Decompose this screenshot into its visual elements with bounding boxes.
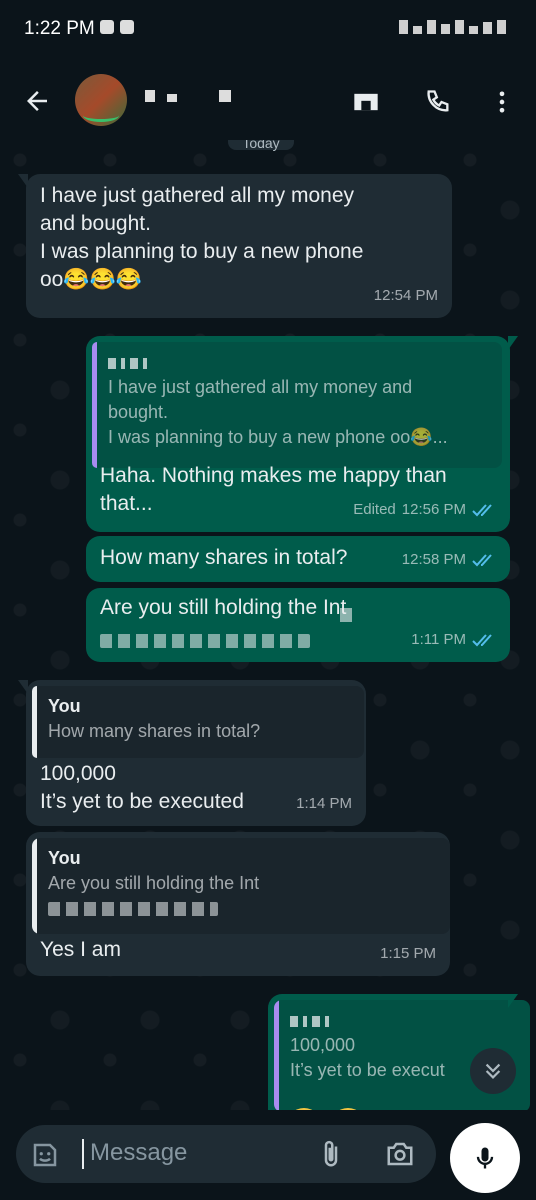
status-notification-icons bbox=[100, 20, 134, 34]
double-chevron-down-icon bbox=[485, 1063, 501, 1079]
status-bar: 1:22 PM bbox=[0, 0, 536, 60]
edited-label: Edited bbox=[353, 501, 396, 518]
message-input[interactable]: Message bbox=[16, 1125, 436, 1183]
message-meta: Edited 12:56 PM bbox=[353, 496, 496, 524]
avatar[interactable] bbox=[75, 74, 127, 126]
status-time: 1:22 PM bbox=[24, 18, 95, 39]
microphone-button[interactable] bbox=[450, 1123, 520, 1193]
quote-author-redacted bbox=[108, 357, 147, 369]
message-meta: 1:15 PM bbox=[380, 940, 436, 968]
quote-author: You bbox=[48, 696, 81, 716]
message-incoming[interactable]: I have just gathered all my money and bo… bbox=[18, 174, 452, 318]
video-call-icon[interactable] bbox=[352, 88, 380, 116]
quote-text: Are you still holding the Int bbox=[48, 873, 260, 893]
input-bar: Message bbox=[0, 1110, 536, 1200]
message-time: 1:15 PM bbox=[380, 945, 436, 962]
chat-header bbox=[0, 60, 536, 140]
message-meta: 1:11 PM bbox=[411, 626, 496, 654]
paperclip-icon[interactable] bbox=[316, 1139, 346, 1169]
camera-icon[interactable] bbox=[384, 1139, 416, 1169]
read-ticks-icon bbox=[472, 634, 492, 647]
reply-quote[interactable]: You Are you still holding the Int bbox=[32, 838, 450, 934]
sticker-icon[interactable] bbox=[30, 1140, 60, 1170]
more-vert-icon[interactable] bbox=[488, 88, 516, 116]
message-text: I have just gathered all my money and bo… bbox=[40, 184, 364, 291]
read-ticks-icon bbox=[472, 554, 492, 567]
message-outgoing[interactable]: 100,000 It’s yet to be execut bbox=[268, 994, 530, 1110]
arrow-left-icon[interactable] bbox=[22, 86, 52, 116]
text-caret bbox=[82, 1139, 84, 1169]
message-time: 12:56 PM bbox=[401, 501, 466, 518]
message-time: 1:14 PM bbox=[296, 795, 352, 812]
chat-area[interactable]: Today I have just gathered all my money … bbox=[0, 140, 536, 1110]
message-text: 100,000 It’s yet to be executed bbox=[40, 762, 244, 813]
message-text: How many shares in total? bbox=[100, 546, 348, 569]
message-outgoing[interactable]: How many shares in total? 12:58 PM bbox=[86, 536, 510, 582]
message-time: 12:58 PM bbox=[401, 551, 466, 568]
date-chip: Today bbox=[228, 140, 294, 151]
read-ticks-icon bbox=[472, 504, 492, 517]
message-time: 1:11 PM bbox=[411, 631, 466, 648]
message-outgoing[interactable]: Are you still holding the Int 1:11 PM bbox=[86, 588, 510, 662]
quote-author: You bbox=[48, 848, 81, 868]
message-outgoing[interactable]: I have just gathered all my money and bo… bbox=[86, 336, 518, 532]
reply-quote[interactable]: I have just gathered all my money and bo… bbox=[92, 342, 502, 468]
message-placeholder: Message bbox=[90, 1139, 188, 1166]
contact-name[interactable] bbox=[145, 90, 231, 102]
status-signal-icons bbox=[399, 20, 506, 34]
message-meta: 12:58 PM bbox=[402, 546, 496, 574]
message-meta: 1:14 PM bbox=[296, 790, 352, 818]
scroll-to-bottom-button[interactable] bbox=[470, 1048, 516, 1094]
message-incoming[interactable]: You Are you still holding the Int Yes I … bbox=[26, 832, 450, 976]
message-incoming[interactable]: You How many shares in total? 100,000 It… bbox=[18, 680, 366, 826]
phone-icon[interactable] bbox=[424, 88, 452, 116]
message-text: Yes I am bbox=[40, 938, 121, 961]
microphone-icon bbox=[476, 1147, 494, 1169]
reply-quote[interactable]: You How many shares in total? bbox=[32, 686, 364, 758]
quote-author-redacted bbox=[290, 1015, 329, 1027]
quote-text: I have just gathered all my money and bo… bbox=[108, 377, 448, 447]
message-meta: 12:54 PM bbox=[374, 282, 438, 310]
quote-text: How many shares in total? bbox=[48, 721, 261, 741]
message-time: 12:54 PM bbox=[373, 287, 438, 304]
